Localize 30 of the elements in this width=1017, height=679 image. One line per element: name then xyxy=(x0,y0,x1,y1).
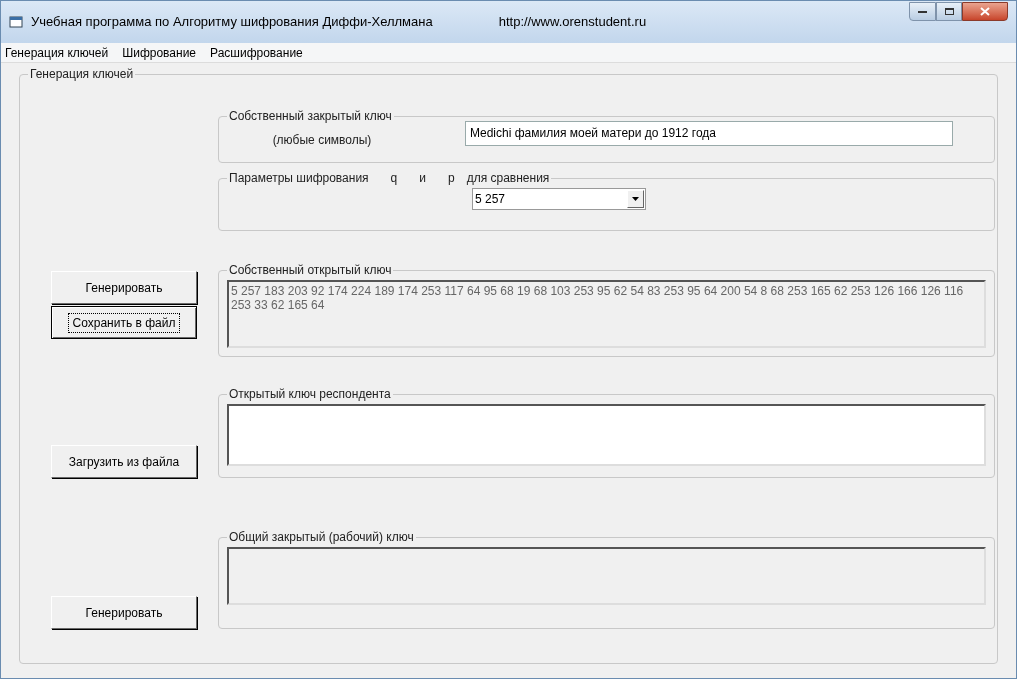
input-field[interactable]: Medichi фамилия моей матери до 1912 года xyxy=(465,120,953,146)
group-title: Генерация ключей xyxy=(29,66,135,83)
dropdown-arrow-icon xyxy=(632,197,639,201)
param-label: p xyxy=(448,170,455,187)
param-label: q xyxy=(390,170,398,187)
hint-label: (любые символы) xyxy=(271,132,373,149)
param-label: и xyxy=(419,170,426,187)
push-button[interactable]: Сохранить в файл xyxy=(51,306,197,339)
combo-box[interactable]: 5 257 xyxy=(472,188,646,210)
group-title: Открытый ключ респондента xyxy=(228,386,392,403)
group-title: Параметры шифрования xyxy=(229,170,369,187)
text-value: 5 257 183 203 92 174 224 189 174 253 117 64 95 68 19 68 103 253 95 62 54 83 253 95 64 200 54 8 68 253 165 62 253 126 166 126 116 253 33 62 165 64 xyxy=(231,284,964,312)
group-title: Собственный закрытый ключ xyxy=(228,108,393,125)
group-title: Общий закрытый (рабочий) ключ xyxy=(228,529,415,546)
window-title: Учебная программа по Алгоритму шифрования Диффи-Хеллмана xyxy=(31,13,433,32)
push-button[interactable]: Генерировать xyxy=(51,271,197,304)
menu-item[interactable]: Шифрование xyxy=(122,43,197,62)
window-url: http://www.orenstudent.ru xyxy=(498,13,647,32)
group-title: Собственный открытый ключ xyxy=(228,262,393,279)
param-label: для сравнения xyxy=(466,170,550,187)
menu-item[interactable]: Генерация ключей xyxy=(5,43,109,62)
minimize-button[interactable] xyxy=(909,2,936,21)
text-area[interactable]: 5 257 183 203 92 174 224 189 174 253 117 64 95 68 19 68 103 253 95 62 54 83 253 95 64 200 54 8 68 253 165 62 253 126 166 126 116 253 33 62 165 64 xyxy=(227,280,986,348)
menu-item[interactable]: Расшифрование xyxy=(210,43,303,62)
close-button[interactable] xyxy=(962,2,1008,21)
maximize-button[interactable] xyxy=(936,2,962,21)
push-button[interactable]: Генерировать xyxy=(51,596,197,629)
push-button[interactable]: Загрузить из файла xyxy=(51,445,197,478)
close-icon xyxy=(980,7,990,16)
window-icon xyxy=(9,15,23,29)
